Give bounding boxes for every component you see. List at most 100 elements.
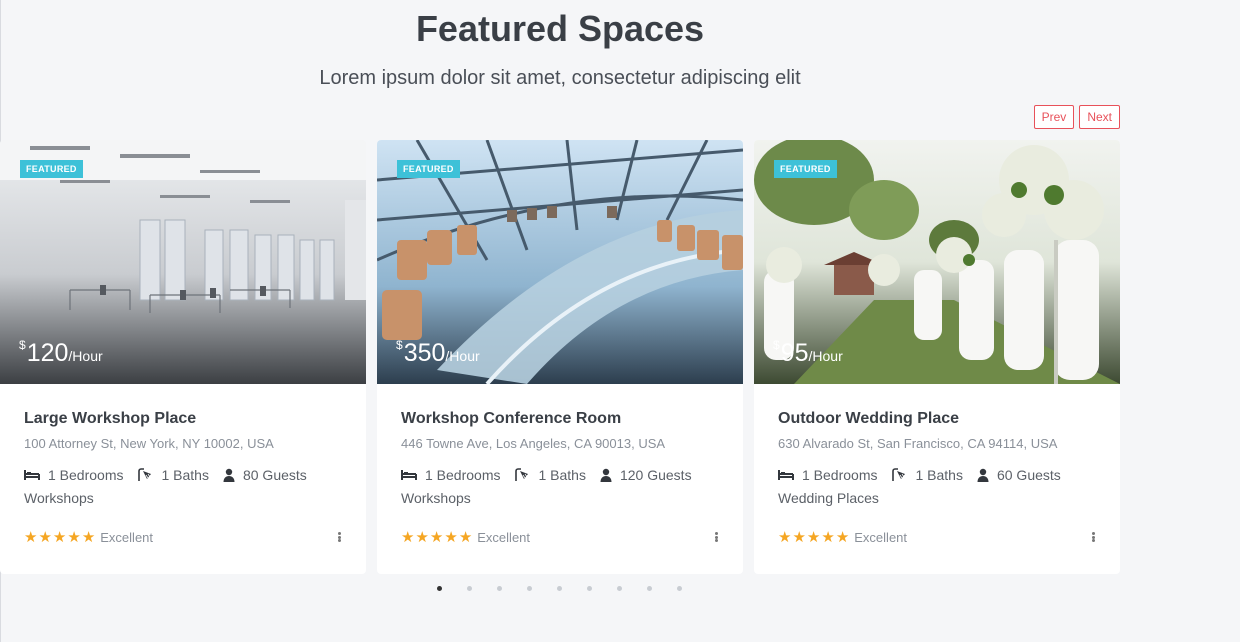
baths-info: 1 Baths: [514, 467, 586, 483]
bedrooms-text: 1 Bedrooms: [802, 467, 878, 483]
bedrooms-text: 1 Bedrooms: [48, 467, 124, 483]
more-vertical-icon[interactable]: [711, 530, 721, 544]
guests-info: 60 Guests: [977, 467, 1061, 483]
price-amount: 350: [403, 339, 446, 367]
bed-icon: [24, 470, 40, 480]
featured-badge: FEATURED: [774, 160, 837, 178]
star-icon: ★: [429, 529, 444, 546]
price-unit: /Hour: [445, 348, 480, 364]
price-amount: 95: [780, 339, 809, 367]
currency-symbol: $: [396, 338, 403, 352]
space-address: 630 Alvarado St, San Francisco, CA 94114…: [778, 436, 1058, 451]
space-photo-workshop: FEATURED $ 120 /Hour: [0, 140, 366, 384]
pagination-dot[interactable]: [587, 586, 592, 591]
star-icon: ★: [835, 529, 850, 546]
price-unit: /Hour: [808, 348, 843, 364]
space-name[interactable]: Large Workshop Place: [24, 410, 342, 428]
star-icon: ★: [444, 529, 458, 546]
featured-badge: FEATURED: [397, 160, 460, 178]
baths-info: 1 Baths: [137, 467, 209, 483]
more-vertical-icon[interactable]: [1088, 530, 1098, 544]
price-amount: 120: [26, 339, 69, 367]
space-name[interactable]: Outdoor Wedding Place: [778, 410, 1096, 428]
pagination-dot[interactable]: [647, 586, 652, 591]
pagination-dot[interactable]: [497, 586, 502, 591]
guests-info: 80 Guests: [223, 467, 307, 483]
rating-stars: ★ ★ ★ ★ ★ Excellent: [24, 528, 153, 546]
price-per-hour: $ 95 /Hour: [773, 338, 843, 368]
more-vertical-icon[interactable]: [334, 530, 344, 544]
amenities-row: 1 Bedrooms 1 Baths 60 Guests: [778, 467, 1096, 483]
star-icon: ★: [458, 529, 473, 546]
pagination-dot[interactable]: [677, 586, 682, 591]
baths-text: 1 Baths: [538, 467, 586, 483]
card-footer: ★ ★ ★ ★ ★ Excellent: [778, 528, 1096, 546]
guests-text: 80 Guests: [242, 467, 307, 483]
prev-button[interactable]: Prev: [1033, 105, 1075, 129]
pagination-dot[interactable]: [557, 586, 562, 591]
shower-icon: [892, 468, 906, 481]
space-category[interactable]: Workshops: [401, 490, 719, 506]
guests-text: 60 Guests: [996, 467, 1061, 483]
user-icon: [600, 468, 612, 482]
star-icon: ★: [81, 529, 96, 546]
star-icon: ★: [792, 529, 806, 546]
space-category[interactable]: Workshops: [24, 490, 342, 506]
space-category[interactable]: Wedding Places: [778, 490, 1096, 506]
star-icon: ★: [24, 529, 38, 546]
space-card[interactable]: FEATURED $ 350 /Hour Workshop Conference…: [377, 140, 743, 574]
user-icon: [977, 468, 989, 482]
guests-info: 120 Guests: [600, 467, 692, 483]
bedrooms-info: 1 Bedrooms: [24, 467, 123, 483]
section-title: Featured Spaces: [415, 8, 705, 49]
star-icon: ★: [38, 529, 52, 546]
section-subtitle: Lorem ipsum dolor sit amet, consectetur …: [319, 67, 801, 89]
user-icon: [223, 468, 235, 482]
amenities-row: 1 Bedrooms 1 Baths 120 Guests: [401, 467, 719, 483]
space-photo-conference: FEATURED $ 350 /Hour: [377, 140, 743, 384]
price-per-hour: $ 350 /Hour: [396, 338, 480, 368]
bed-icon: [778, 470, 794, 480]
rating-stars: ★ ★ ★ ★ ★ Excellent: [401, 528, 530, 546]
featured-badge: FEATURED: [20, 160, 83, 178]
amenities-row: 1 Bedrooms 1 Baths 80 Guests: [24, 467, 342, 483]
star-icon: ★: [67, 529, 81, 546]
bed-icon: [401, 470, 417, 480]
bedrooms-info: 1 Bedrooms: [778, 467, 877, 483]
guests-text: 120 Guests: [619, 467, 692, 483]
shower-icon: [138, 468, 152, 481]
star-icon: ★: [821, 529, 835, 546]
next-button[interactable]: Next: [1079, 105, 1120, 129]
price-unit: /Hour: [68, 348, 103, 364]
card-footer: ★ ★ ★ ★ ★ Excellent: [401, 528, 719, 546]
carousel-pagination: [437, 586, 707, 591]
rating-label: Excellent: [477, 529, 531, 545]
star-icon: ★: [806, 529, 821, 546]
space-address: 100 Attorney St, New York, NY 10002, USA: [24, 436, 274, 451]
star-icon: ★: [415, 529, 429, 546]
star-icon: ★: [401, 529, 415, 546]
shower-icon: [515, 468, 529, 481]
space-card[interactable]: FEATURED $ 95 /Hour Outdoor Wedding Plac…: [754, 140, 1120, 574]
rating-stars: ★ ★ ★ ★ ★ Excellent: [778, 528, 907, 546]
star-icon: ★: [778, 529, 792, 546]
baths-text: 1 Baths: [915, 467, 963, 483]
star-icon: ★: [52, 529, 67, 546]
price-per-hour: $ 120 /Hour: [19, 338, 103, 368]
pagination-dot[interactable]: [437, 586, 442, 591]
carousel-nav: Prev Next: [1033, 105, 1120, 129]
currency-symbol: $: [773, 338, 780, 352]
currency-symbol: $: [19, 338, 26, 352]
space-photo-wedding: FEATURED $ 95 /Hour: [754, 140, 1120, 384]
space-address: 446 Towne Ave, Los Angeles, CA 90013, US…: [401, 436, 666, 451]
rating-label: Excellent: [854, 529, 908, 545]
baths-info: 1 Baths: [891, 467, 963, 483]
bedrooms-text: 1 Bedrooms: [425, 467, 501, 483]
pagination-dot[interactable]: [467, 586, 472, 591]
space-name[interactable]: Workshop Conference Room: [401, 410, 719, 428]
pagination-dot[interactable]: [527, 586, 532, 591]
rating-label: Excellent: [100, 529, 154, 545]
bedrooms-info: 1 Bedrooms: [401, 467, 500, 483]
space-card[interactable]: FEATURED $ 120 /Hour Large Workshop Plac…: [0, 140, 366, 574]
pagination-dot[interactable]: [617, 586, 622, 591]
